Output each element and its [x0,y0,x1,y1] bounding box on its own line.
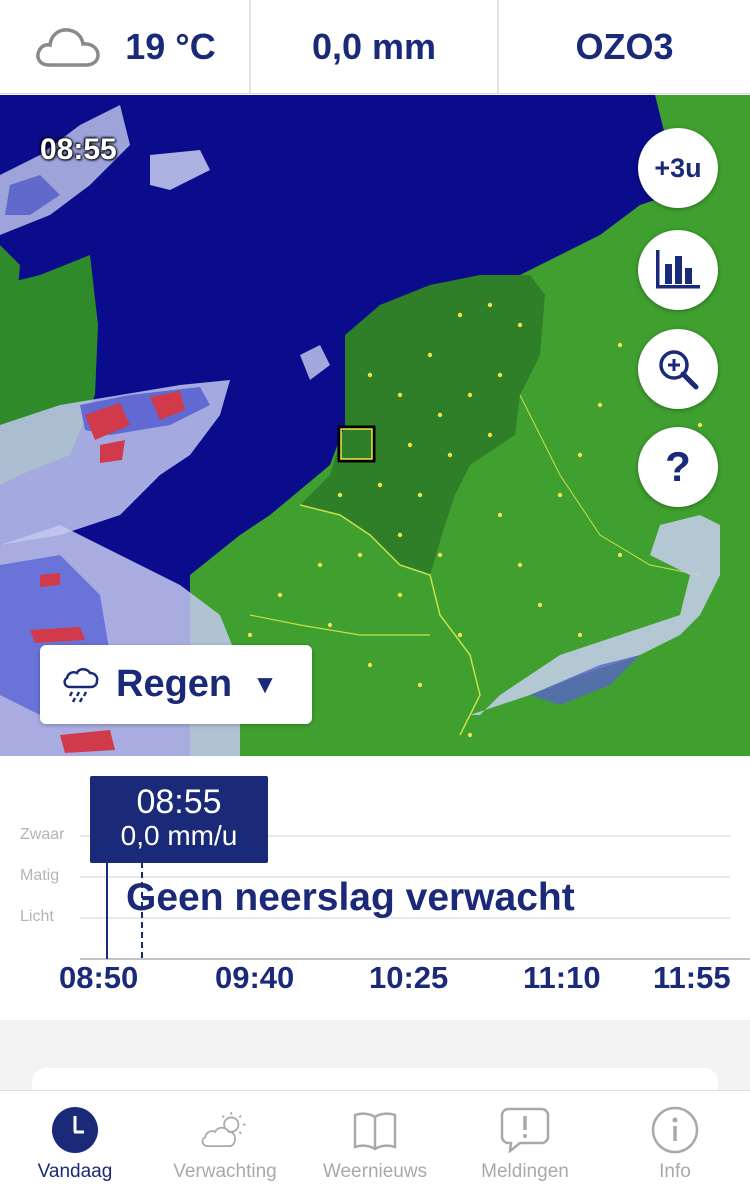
nav-item-weernieuws[interactable]: Weernieuws [300,1091,450,1189]
chart-button[interactable] [638,230,718,310]
precipitation-chart[interactable]: Zwaar Matig Licht 08:55 0,0 mm/u Geen ne… [0,756,750,1020]
layer-dropdown[interactable]: Regen ▼ [40,645,312,724]
y-label-moderate: Matig [20,867,60,884]
x-tick: 11:10 [523,960,601,995]
x-tick: 09:40 [215,960,295,995]
alert-bubble-icon [499,1105,551,1155]
temperature-cell[interactable]: 19 °C [0,0,249,94]
app-screen: 19 °C 0,0 mm OZO3 08:55 +3u ? Regen ▼ Zw… [0,0,750,1189]
forecast-plus-3h-button[interactable]: +3u [638,128,718,208]
no-rain-message: Geen neerslag verwacht [126,876,575,919]
x-tick: 08:50 [59,960,139,995]
bottom-nav: Vandaag Verwachting Weernieuws Meldingen… [0,1090,750,1189]
clock-icon [49,1105,101,1155]
radar-timestamp: 08:55 [40,133,117,166]
y-label-light: Licht [20,908,54,925]
ozone-cell[interactable]: OZO3 [499,0,750,94]
zoom-in-icon [659,350,699,390]
layer-label: Regen [116,663,233,705]
zoom-button[interactable] [638,329,718,409]
sun-cloud-icon [199,1105,251,1155]
nav-label: Meldingen [481,1161,569,1182]
bar-chart-icon [656,250,700,289]
help-label: ? [665,443,691,490]
chevron-down-icon: ▼ [252,669,278,699]
x-tick: 10:25 [369,960,449,995]
y-label-heavy: Zwaar [20,826,65,843]
x-tick: 11:55 [653,960,731,995]
nav-label: Vandaag [37,1161,113,1182]
forecast-plus-3h-label: +3u [654,152,702,183]
rain-cloud-icon [63,667,99,703]
tooltip-value: 0,0 mm/u [120,820,238,851]
nav-label: Info [659,1161,691,1182]
weather-summary-bar: 19 °C 0,0 mm OZO3 [0,0,750,94]
info-icon [649,1105,701,1155]
book-icon [349,1105,401,1155]
nav-label: Weernieuws [322,1161,428,1182]
radar-map[interactable]: 08:55 +3u ? Regen ▼ [0,95,750,756]
help-button[interactable]: ? [638,427,718,507]
temperature-value: 19 °C [125,26,216,67]
nav-item-vandaag[interactable]: Vandaag [0,1091,150,1189]
ozone-value: OZO3 [575,26,674,67]
nav-item-verwachting[interactable]: Verwachting [150,1091,300,1189]
nav-item-info[interactable]: Info [600,1091,750,1189]
time-tooltip: 08:55 0,0 mm/u [90,776,268,863]
precipitation-cell[interactable]: 0,0 mm [249,0,499,94]
cloud-icon [36,28,101,67]
tooltip-time: 08:55 [136,783,222,821]
precipitation-value: 0,0 mm [311,26,437,67]
nav-label: Verwachting [173,1161,277,1182]
nav-item-meldingen[interactable]: Meldingen [450,1091,600,1189]
